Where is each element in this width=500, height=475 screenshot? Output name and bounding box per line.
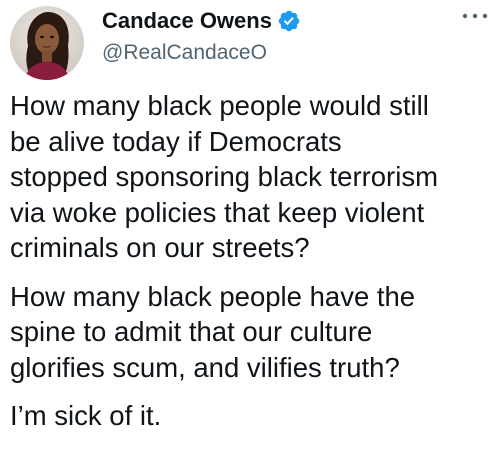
tweet-card: Candace Owens @RealCandaceO How many bla…	[0, 0, 500, 475]
display-name[interactable]: Candace Owens	[102, 8, 272, 34]
tweet-paragraph: How many black people would still be ali…	[10, 90, 438, 263]
tweet-paragraph: How many black people have the spine to …	[10, 280, 416, 383]
tweet-paragraph: I’m sick of it.	[10, 400, 162, 431]
verified-badge-icon	[277, 9, 301, 33]
more-options-icon[interactable]	[460, 8, 490, 24]
avatar[interactable]	[10, 6, 84, 80]
avatar-image	[10, 6, 84, 80]
author-info: Candace Owens @RealCandaceO	[102, 6, 301, 65]
name-row: Candace Owens	[102, 6, 301, 36]
handle[interactable]: @RealCandaceO	[102, 41, 301, 65]
tweet-text: How many black people would still be ali…	[10, 88, 494, 447]
